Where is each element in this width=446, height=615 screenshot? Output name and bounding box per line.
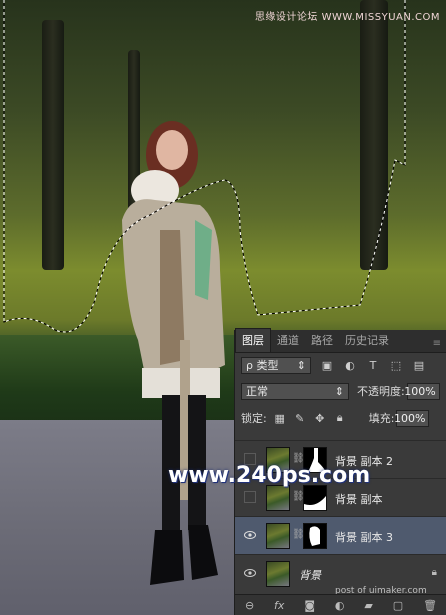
smart-object-filter-icon[interactable]: ▤ bbox=[412, 358, 426, 372]
tab-layers[interactable]: 图层 bbox=[235, 328, 271, 352]
panel-tabs: 图层 通道 路径 历史记录 ≡ bbox=[235, 328, 446, 353]
layer-mask-thumbnail[interactable] bbox=[303, 485, 327, 511]
eye-icon[interactable] bbox=[244, 529, 256, 541]
tab-channels[interactable]: 通道 bbox=[271, 329, 305, 352]
lock-position-icon[interactable]: ✥ bbox=[313, 411, 327, 425]
watermark-big: www.240ps.com bbox=[168, 463, 371, 488]
lock-pixels-icon[interactable]: ✎ bbox=[293, 411, 307, 425]
layer-name[interactable]: 背景 副本 3 bbox=[335, 529, 393, 545]
adjustment-icon[interactable]: ◐ bbox=[335, 599, 345, 612]
eye-icon[interactable] bbox=[244, 567, 256, 579]
lock-row: 锁定: ▦ ✎ ✥ 🔒︎ 填充: 100% bbox=[235, 407, 446, 429]
fill-label: 填充: bbox=[368, 412, 395, 425]
watermark-top: 思缘设计论坛 WWW.MISSYUAN.COM bbox=[254, 12, 440, 23]
adjustment-filter-icon[interactable]: ◐ bbox=[343, 358, 357, 372]
layer-thumbnail bbox=[266, 485, 290, 511]
shape-filter-icon[interactable]: ⬚ bbox=[389, 358, 403, 372]
dropdown-arrow-icon: ⇕ bbox=[296, 358, 306, 372]
link-icon[interactable]: ⊖ bbox=[245, 599, 254, 612]
trash-icon[interactable]: 🗑︎ bbox=[423, 599, 437, 612]
folder-icon[interactable]: ▰ bbox=[364, 599, 372, 612]
new-layer-icon[interactable]: ▢ bbox=[393, 599, 403, 612]
tab-paths[interactable]: 路径 bbox=[305, 329, 339, 352]
layer-name[interactable]: 背景 bbox=[299, 567, 321, 583]
image-filter-icon[interactable]: ▣ bbox=[320, 358, 334, 372]
lock-label: 锁定: bbox=[241, 412, 267, 425]
tab-history[interactable]: 历史记录 bbox=[339, 329, 395, 352]
lock-icon: 🔒︎ bbox=[431, 567, 437, 578]
type-filter-icon[interactable]: T bbox=[366, 358, 380, 372]
woman-figure bbox=[122, 121, 225, 585]
filter-row: ρ 类型 ⇕ ▣ ◐ T ⬚ ▤ bbox=[235, 354, 446, 376]
panel-menu-icon[interactable]: ≡ bbox=[427, 335, 446, 352]
blend-mode-dropdown[interactable]: 正常 ⇕ bbox=[241, 382, 349, 400]
layer-mask-thumbnail[interactable] bbox=[303, 523, 327, 549]
visibility-toggle[interactable] bbox=[244, 491, 256, 503]
layer-name[interactable]: 背景 副本 bbox=[335, 491, 383, 507]
layer-row-selected[interactable]: ⛓︎ 背景 副本 3 bbox=[235, 516, 446, 554]
opacity-label: 不透明度: bbox=[357, 385, 405, 398]
dropdown-arrow-icon: ⇕ bbox=[334, 384, 344, 398]
opacity-input[interactable]: 100% bbox=[404, 382, 440, 400]
tree-trunk bbox=[360, 0, 388, 270]
lock-transparent-icon[interactable]: ▦ bbox=[273, 411, 287, 425]
tree-trunk bbox=[42, 20, 64, 270]
filter-type-dropdown[interactable]: ρ 类型 ⇕ bbox=[241, 356, 311, 374]
lock-all-icon[interactable]: 🔒︎ bbox=[333, 411, 347, 425]
blend-mode-label: 正常 bbox=[246, 385, 268, 398]
layer-thumbnail bbox=[266, 523, 290, 549]
filter-type-label: ρ 类型 bbox=[246, 359, 279, 372]
panel-footer: ⊖ fx ◙ ◐ ▰ ▢ 🗑︎ bbox=[235, 594, 446, 615]
layer-thumbnail bbox=[266, 561, 290, 587]
fill-input[interactable]: 100% bbox=[394, 409, 430, 427]
fx-icon[interactable]: fx bbox=[274, 599, 284, 612]
blend-row: 正常 ⇕ 不透明度: 100% bbox=[235, 380, 446, 402]
mask-icon[interactable]: ◙ bbox=[304, 599, 315, 612]
